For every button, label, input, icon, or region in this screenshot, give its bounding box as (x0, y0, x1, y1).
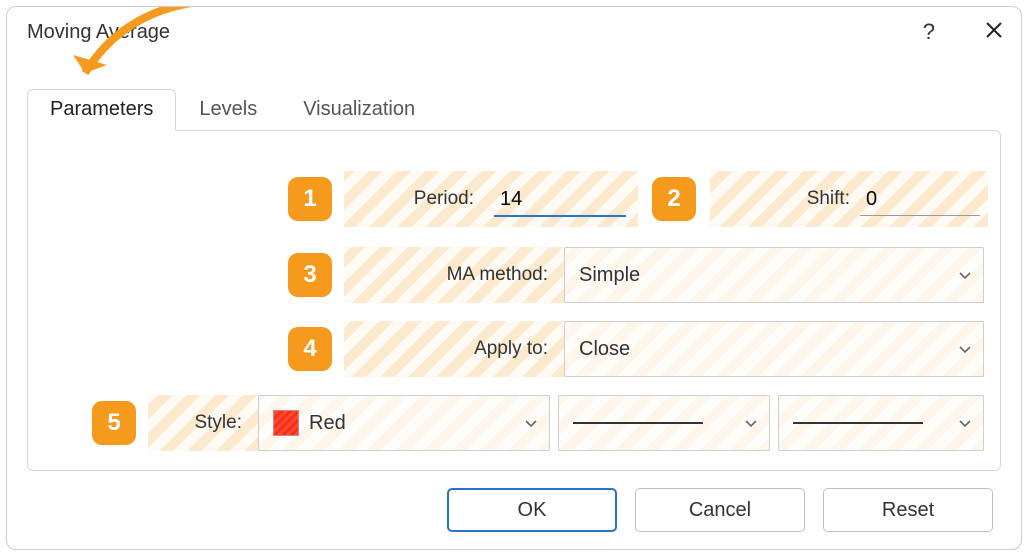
tab-bar: Parameters Levels Visualization (27, 89, 438, 131)
style-color-select[interactable]: Red (258, 395, 550, 451)
style-color-select-wrap: Red (258, 395, 550, 451)
tab-levels[interactable]: Levels (176, 89, 280, 131)
window-title: Moving Average (27, 21, 170, 44)
style-linewidth-select-wrap (778, 395, 984, 451)
chevron-down-icon (957, 267, 973, 283)
help-icon[interactable]: ? (923, 19, 935, 45)
period-input[interactable] (494, 182, 626, 217)
shift-input[interactable] (860, 182, 980, 216)
dialog-window: Moving Average ? Parameters Levels Visua… (6, 6, 1022, 550)
style-label: Style: (194, 412, 242, 434)
chevron-down-icon (523, 415, 539, 431)
ma-method-value: Simple (579, 264, 640, 287)
ma-method-select-wrap: Simple (564, 247, 984, 303)
ma-method-label: MA method: (447, 264, 548, 286)
tab-visualization[interactable]: Visualization (280, 89, 438, 131)
shift-field-group: Shift: (710, 171, 988, 227)
apply-to-select[interactable]: Close (564, 321, 984, 377)
style-linetype-select[interactable] (558, 395, 770, 451)
tab-panel: 1 Period: 2 Shift: 3 MA method: (27, 130, 1001, 471)
chevron-down-icon (957, 415, 973, 431)
period-label: Period: (344, 188, 474, 210)
marker-badge-3: 3 (288, 253, 332, 297)
ma-method-label-cell: MA method: (344, 247, 564, 303)
reset-button[interactable]: Reset (823, 488, 993, 532)
marker-badge-1: 1 (288, 177, 332, 221)
cancel-button[interactable]: Cancel (635, 488, 805, 532)
style-linewidth-select[interactable] (778, 395, 984, 451)
dialog-footer: OK Cancel Reset (7, 471, 1021, 549)
style-color-value: Red (309, 412, 346, 435)
apply-to-label-cell: Apply to: (344, 321, 564, 377)
line-sample-icon (793, 422, 923, 424)
chevron-down-icon (957, 341, 973, 357)
period-field-group: Period: (344, 171, 638, 227)
ok-button[interactable]: OK (447, 488, 617, 532)
marker-badge-4: 4 (288, 327, 332, 371)
close-icon[interactable] (985, 19, 1003, 45)
apply-to-select-wrap: Close (564, 321, 984, 377)
style-linetype-select-wrap (558, 395, 770, 451)
apply-to-label: Apply to: (474, 338, 548, 360)
marker-badge-2: 2 (652, 177, 696, 221)
titlebar: Moving Average ? (7, 7, 1021, 57)
shift-label: Shift: (710, 188, 850, 210)
style-label-cell: Style: (148, 395, 258, 451)
color-swatch-icon (273, 410, 299, 436)
ma-method-select[interactable]: Simple (564, 247, 984, 303)
marker-badge-5: 5 (92, 401, 136, 445)
apply-to-value: Close (579, 338, 630, 361)
chevron-down-icon (743, 415, 759, 431)
line-sample-icon (573, 422, 703, 424)
tab-parameters[interactable]: Parameters (27, 89, 176, 131)
